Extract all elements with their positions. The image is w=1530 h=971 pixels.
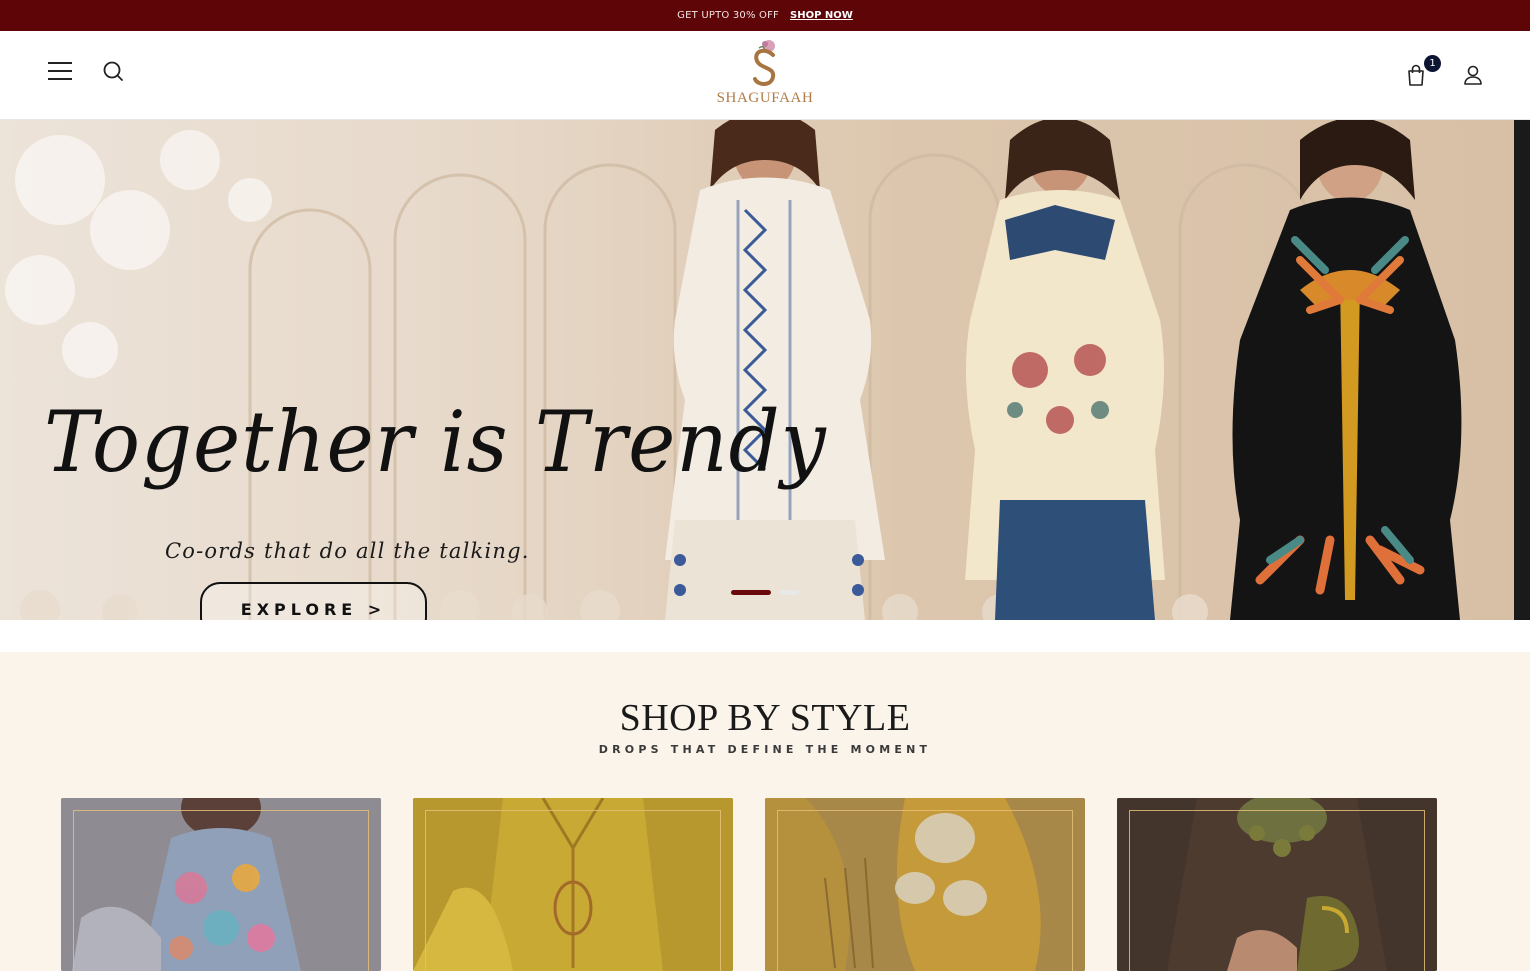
hero-banner[interactable]: Together is Trendy Co-ords that do all t… [0,120,1530,620]
announcement-bar: GET UPTO 30% OFF SHOP NOW [0,0,1530,31]
shopping-bag-icon [1408,64,1424,86]
card-frame [777,810,1073,971]
site-header: SHAGUFAAH 1 [0,31,1530,120]
slide-dot-2[interactable] [779,590,799,595]
shop-now-link[interactable]: SHOP NOW [790,10,853,21]
slide-dot-1-active[interactable] [731,590,771,595]
logo-text: SHAGUFAAH [716,90,814,106]
card-frame [73,810,369,971]
account-button[interactable] [1457,59,1489,91]
user-icon [1464,65,1482,85]
section-subtitle: DROPS THAT DEFINE THE MOMENT [598,743,932,756]
cart-count-badge: 1 [1424,55,1441,72]
logo-monogram-icon [753,40,776,86]
brand-logo[interactable]: SHAGUFAAH [700,37,830,115]
section-spacer [0,620,1530,652]
shop-by-style-section: SHOP BY STYLE DROPS THAT DEFINE THE MOME… [0,652,1530,971]
style-card-4[interactable] [1117,798,1437,971]
announcement-text: GET UPTO 30% OFF [677,10,780,21]
search-icon [103,61,123,81]
style-card-2[interactable] [413,798,733,971]
hero-title: Together is Trendy [44,393,827,491]
section-title: SHOP BY STYLE [619,697,911,739]
explore-button-label: EXPLORE > [240,600,387,619]
card-frame [1129,810,1425,971]
menu-icon [48,62,72,80]
card-frame [425,810,721,971]
menu-button[interactable] [44,55,76,87]
hero-subtitle: Co-ords that do all the talking. [165,539,530,563]
search-button[interactable] [97,55,129,87]
style-card-3[interactable] [765,798,1085,971]
style-card-1[interactable] [61,798,381,971]
